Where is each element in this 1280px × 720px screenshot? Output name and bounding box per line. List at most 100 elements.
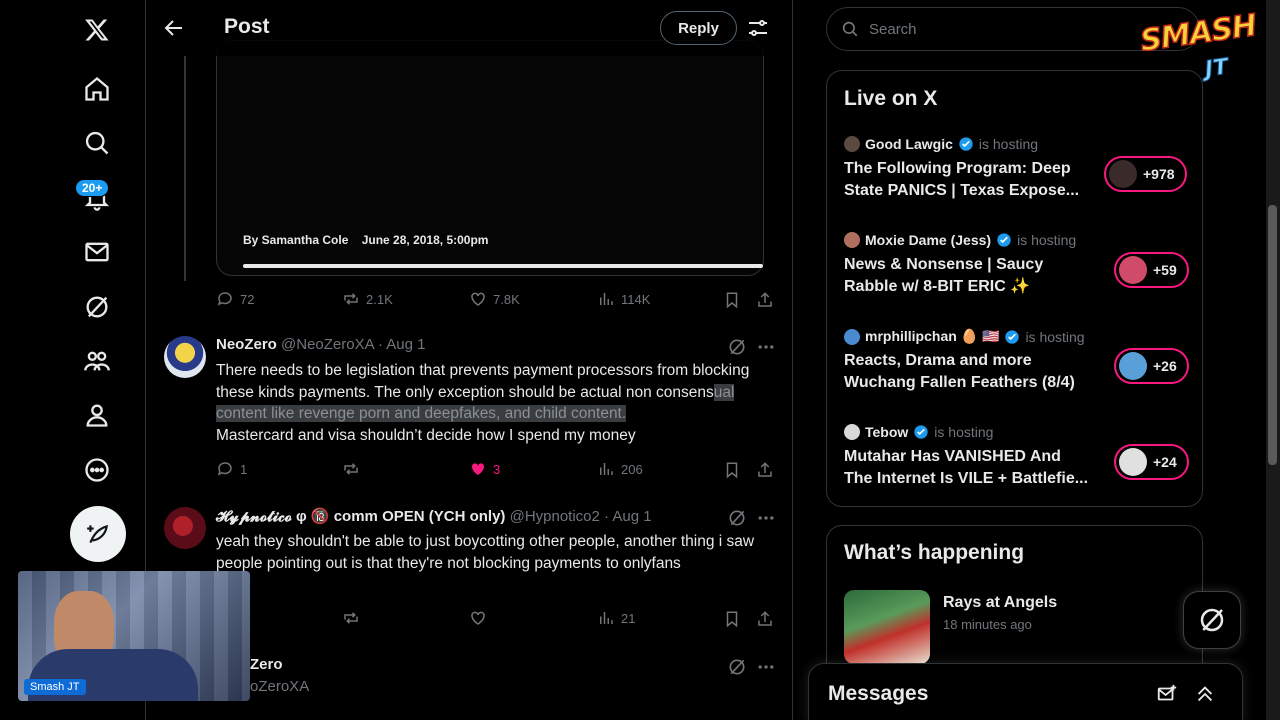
listener-avatar — [1119, 448, 1147, 476]
bookmark-icon[interactable] — [723, 291, 741, 309]
right-sidebar: Search Live on X Good Lawgic is hosting … — [793, 0, 1280, 720]
author-name[interactable]: NeoZero — [216, 336, 277, 353]
like-action[interactable] — [469, 609, 487, 627]
more-options-icon[interactable] — [756, 337, 776, 357]
listener-count-pill[interactable]: +26 — [1114, 348, 1189, 384]
author-handle[interactable]: @Hypnotico2 — [510, 508, 600, 525]
views-action[interactable]: 114K — [597, 290, 650, 308]
live-space-item[interactable]: mrphillipchan 🥚 🇺🇸 is hosting Reacts, Dr… — [844, 328, 1189, 408]
search-icon — [842, 21, 858, 37]
trend-thumbnail-image[interactable] — [844, 590, 930, 664]
share-icon[interactable] — [756, 461, 774, 479]
trend-title[interactable]: Rays at Angels — [943, 594, 1057, 612]
author-handle[interactable]: oZeroXA — [250, 678, 309, 695]
live-space-item[interactable]: Good Lawgic is hosting The Following Pro… — [844, 136, 1189, 216]
repost-action[interactable] — [342, 609, 360, 627]
page-title: Post — [224, 15, 270, 38]
scrollbar-thumb[interactable] — [1268, 205, 1277, 465]
host-line: Good Lawgic is hosting — [844, 136, 1038, 152]
panel-title: What’s happening — [844, 541, 1025, 564]
filter-sliders-icon[interactable] — [746, 16, 770, 40]
more-options-icon[interactable] — [756, 508, 776, 528]
more-circle-icon[interactable] — [71, 444, 123, 496]
repost-action[interactable] — [342, 460, 360, 478]
reply-count: 1 — [240, 461, 248, 477]
views-action[interactable]: 206 — [597, 460, 643, 478]
avatar — [844, 136, 860, 152]
author-handle[interactable]: @NeoZeroXA — [281, 336, 374, 353]
like-action[interactable]: 3 — [469, 460, 500, 478]
tweet-text-part: There needs to be legislation that preve… — [216, 362, 750, 401]
repost-count: 2.1K — [366, 291, 393, 307]
grok-floating-button[interactable] — [1183, 591, 1241, 649]
like-action[interactable]: 7.8K — [469, 290, 520, 308]
new-message-icon[interactable] — [1156, 683, 1178, 705]
avatar[interactable] — [164, 336, 206, 378]
tweet-text: yeah they shouldn't be able to just boyc… — [216, 533, 755, 572]
tweet-date[interactable]: · Aug 1 — [604, 508, 652, 525]
host-name: Moxie Dame (Jess) — [865, 232, 992, 248]
article-author: By Samantha Cole — [243, 233, 349, 247]
repost-icon — [344, 463, 358, 475]
share-icon[interactable] — [756, 291, 774, 309]
listener-count-pill[interactable]: +978 — [1104, 156, 1187, 192]
back-arrow-icon[interactable] — [162, 16, 186, 40]
host-line: mrphillipchan 🥚 🇺🇸 is hosting — [844, 328, 1085, 345]
live-space-item[interactable]: Moxie Dame (Jess) is hosting News & Nons… — [844, 232, 1189, 312]
grok-explain-icon[interactable] — [727, 337, 747, 357]
listener-count: +59 — [1153, 262, 1177, 278]
messages-mail-icon[interactable] — [71, 226, 123, 278]
live-space-item[interactable]: Tebow is hosting Mutahar Has VANISHED An… — [844, 424, 1189, 504]
expand-chevron-up-icon[interactable] — [1194, 683, 1216, 705]
messages-drawer[interactable]: Messages — [808, 663, 1243, 720]
avatar[interactable] — [164, 507, 206, 549]
analytics-bars-icon — [600, 293, 613, 305]
views-action[interactable]: 21 — [597, 609, 635, 627]
tweet-date[interactable]: · Aug 1 — [378, 336, 426, 353]
heart-filled-icon — [471, 463, 485, 475]
profile-icon[interactable] — [71, 389, 123, 441]
compose-post-button[interactable] — [70, 506, 126, 562]
host-name: Good Lawgic — [865, 136, 953, 152]
author-name[interactable]: Zero — [250, 656, 283, 673]
heart-icon — [471, 611, 485, 625]
share-icon[interactable] — [756, 610, 774, 628]
grok-explain-icon[interactable] — [727, 508, 747, 528]
listener-avatar — [1119, 352, 1147, 380]
repost-action[interactable]: 2.1K — [342, 290, 393, 308]
reply-action[interactable]: 1 — [216, 460, 247, 478]
post-header: Post Reply — [146, 0, 792, 56]
search-icon[interactable] — [71, 117, 123, 169]
verified-badge-icon — [959, 137, 973, 151]
host-line: Tebow is hosting — [844, 424, 993, 440]
grok-icon[interactable] — [71, 281, 123, 333]
listener-count: +26 — [1153, 358, 1177, 374]
host-line: Moxie Dame (Jess) is hosting — [844, 232, 1076, 248]
grok-explain-icon[interactable] — [727, 657, 747, 677]
analytics-bars-icon — [600, 463, 613, 475]
search-placeholder: Search — [869, 20, 917, 38]
thread-connector-line — [184, 56, 186, 281]
live-title: News & Nonsense | Saucy Rabble w/ 8-BIT … — [844, 256, 1044, 295]
view-count: 206 — [621, 461, 643, 477]
reply-bubble-icon — [217, 292, 232, 306]
article-preview-card[interactable]: By Samantha Cole June 28, 2018, 5:00pm — [216, 40, 764, 276]
notifications-badge: 20+ — [75, 179, 110, 197]
more-options-icon[interactable] — [756, 657, 776, 677]
reply-action[interactable]: 72 — [216, 290, 254, 308]
communities-icon[interactable] — [71, 335, 123, 387]
listener-count-pill[interactable]: +59 — [1114, 252, 1189, 288]
author-name[interactable]: 𝓗𝔂𝓹𝓷𝓸𝓽𝓲𝓬𝓸 φ 🔞 comm OPEN (YCH only) — [216, 508, 505, 525]
reply-button[interactable]: Reply — [660, 11, 737, 45]
analytics-bars-icon — [600, 612, 613, 624]
x-logo-icon[interactable] — [71, 4, 123, 56]
listener-count-pill[interactable]: +24 — [1114, 444, 1189, 480]
panel-title: Live on X — [844, 87, 938, 110]
verified-badge-icon — [997, 233, 1011, 247]
bookmark-icon[interactable] — [723, 461, 741, 479]
bookmark-icon[interactable] — [723, 610, 741, 628]
home-icon[interactable] — [71, 63, 123, 115]
avatar — [844, 328, 860, 345]
tweet-text: There needs to be legislation that preve… — [216, 360, 776, 447]
article-date: June 28, 2018, 5:00pm — [361, 233, 489, 247]
